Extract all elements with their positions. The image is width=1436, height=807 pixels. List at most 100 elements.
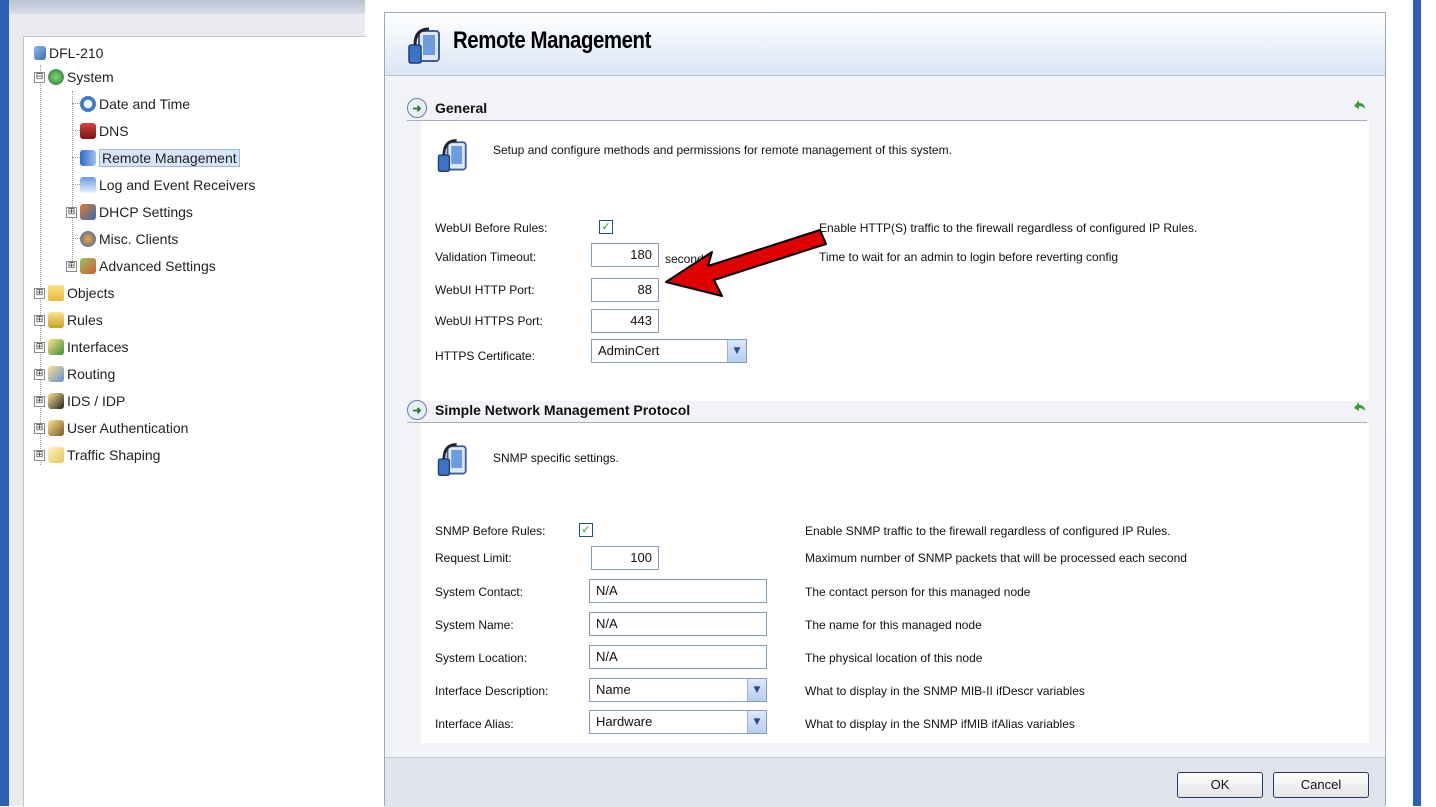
validation-timeout-desc: Time to wait for an admin to login befor…: [819, 250, 1119, 264]
section-header-general[interactable]: ➜ General: [407, 96, 1367, 121]
dhcp-icon: [80, 204, 96, 220]
tree-item-log-and-event-receivers[interactable]: Log and Event Receivers: [80, 173, 255, 197]
tree-item-label: IDS / IDP: [67, 393, 126, 409]
tree-item-interfaces[interactable]: ⊞ Interfaces: [34, 335, 128, 359]
ok-button[interactable]: OK: [1177, 772, 1263, 798]
chevron-down-icon[interactable]: ▼: [727, 340, 746, 362]
interface-alias-value: Hardware: [596, 714, 653, 729]
snmp-before-rules-checkbox[interactable]: ✓: [579, 523, 593, 537]
expand-icon[interactable]: ⊞: [34, 395, 45, 407]
webui-https-port-input[interactable]: 443: [591, 309, 659, 333]
expand-icon[interactable]: ⊞: [34, 449, 45, 461]
dns-icon: [80, 123, 96, 139]
system-location-label: System Location:: [435, 651, 528, 665]
window-edge-left: [0, 0, 9, 806]
main-panel: Remote Management ➜ General Setup and co…: [384, 12, 1386, 807]
reset-icon[interactable]: [1351, 98, 1367, 114]
expand-icon[interactable]: ⊞: [66, 260, 77, 272]
tree-item-user-authentication[interactable]: ⊞ User Authentication: [34, 416, 188, 440]
interface-description-label: Interface Description:: [435, 684, 549, 698]
tree-item-dhcp-settings[interactable]: ⊞ DHCP Settings: [66, 200, 193, 224]
tree-item-label: DNS: [99, 123, 129, 139]
annotation-arrow-icon: [665, 229, 827, 297]
expand-icon[interactable]: ⊞: [34, 368, 45, 380]
https-certificate-select[interactable]: AdminCert ▼: [591, 339, 747, 363]
reset-icon[interactable]: [1351, 400, 1367, 416]
page-title: Remote Management: [453, 27, 651, 54]
request-limit-input[interactable]: 100: [591, 546, 659, 570]
routing-icon: [48, 366, 64, 382]
webui-before-rules-checkbox[interactable]: ✓: [599, 220, 613, 234]
section-title: Simple Network Management Protocol: [435, 402, 691, 418]
system-location-desc: The physical location of this node: [805, 651, 983, 665]
system-name-input[interactable]: N/A: [589, 612, 767, 636]
remote-management-icon: [437, 139, 467, 173]
tree-item-routing[interactable]: ⊞ Routing: [34, 362, 115, 386]
collapse-icon[interactable]: ⊟: [34, 71, 45, 83]
validation-timeout-input[interactable]: 180: [591, 243, 659, 267]
interface-description-select[interactable]: Name ▼: [589, 678, 767, 702]
section-title: General: [435, 100, 488, 116]
tree-item-label: Traffic Shaping: [67, 447, 161, 463]
expand-icon[interactable]: ⊞: [34, 422, 45, 434]
ids-icon: [48, 393, 64, 409]
traffic-shaping-icon: [48, 447, 64, 463]
chevron-down-icon[interactable]: ▼: [747, 679, 766, 701]
cancel-button[interactable]: Cancel: [1273, 772, 1369, 798]
tree-item-system[interactable]: ⊟ System: [34, 65, 114, 89]
interface-description-value: Name: [596, 682, 631, 697]
tree-item-rules[interactable]: ⊞ Rules: [34, 308, 103, 332]
tree-item-label: System: [67, 69, 114, 85]
navigation-pane: DFL-210 ⊟ System Date and Time DNS Remot…: [9, 0, 366, 807]
section-intro: Setup and configure methods and permissi…: [493, 143, 952, 157]
section-header-snmp[interactable]: ➜ Simple Network Management Protocol: [407, 398, 1367, 423]
tree-item-ids-idp[interactable]: ⊞ IDS / IDP: [34, 389, 125, 413]
tree-root[interactable]: DFL-210: [34, 41, 103, 65]
tree-item-date-and-time[interactable]: Date and Time: [80, 92, 190, 116]
advanced-settings-icon: [80, 258, 96, 274]
remote-management-icon: [408, 27, 440, 64]
tree-item-label: Remote Management: [99, 149, 240, 167]
system-name-label: System Name:: [435, 618, 514, 632]
expand-icon[interactable]: ⊞: [34, 314, 45, 326]
webui-https-port-label: WebUI HTTPS Port:: [435, 314, 543, 328]
clients-icon: [80, 231, 96, 247]
expand-icon[interactable]: ⊞: [66, 206, 77, 218]
interface-alias-select[interactable]: Hardware ▼: [589, 710, 767, 734]
chevron-down-icon[interactable]: ▼: [747, 711, 766, 733]
snmp-before-rules-desc: Enable SNMP traffic to the firewall rega…: [805, 524, 1171, 538]
section-intro: SNMP specific settings.: [493, 451, 619, 465]
tree-item-misc-clients[interactable]: Misc. Clients: [80, 227, 178, 251]
tree-item-dns[interactable]: DNS: [80, 119, 129, 143]
window-edge-right: [1413, 0, 1421, 806]
tree-connector: [72, 91, 73, 267]
tree-item-label: Objects: [67, 285, 115, 301]
tree-item-label: Interfaces: [67, 339, 129, 355]
expand-icon[interactable]: ⊞: [34, 287, 45, 299]
system-contact-input[interactable]: N/A: [589, 579, 767, 603]
tree-item-label: Routing: [67, 366, 116, 382]
remote-management-icon: [80, 150, 96, 166]
request-limit-desc: Maximum number of SNMP packets that will…: [805, 551, 1187, 565]
tree-item-advanced-settings[interactable]: ⊞ Advanced Settings: [66, 254, 216, 278]
page-header: Remote Management: [385, 13, 1385, 76]
tree-item-objects[interactable]: ⊞ Objects: [34, 281, 114, 305]
system-location-input[interactable]: N/A: [589, 645, 767, 669]
webui-before-rules-label: WebUI Before Rules:: [435, 221, 548, 235]
system-contact-desc: The contact person for this managed node: [805, 585, 1031, 599]
tree-item-traffic-shaping[interactable]: ⊞ Traffic Shaping: [34, 443, 160, 467]
system-contact-label: System Contact:: [435, 585, 524, 599]
device-icon: [34, 46, 46, 60]
folder-icon: [48, 285, 64, 301]
interface-description-desc: What to display in the SNMP MIB-II ifDes…: [805, 684, 1085, 698]
tree-item-label: Log and Event Receivers: [99, 177, 256, 193]
interfaces-icon: [48, 339, 64, 355]
tree-item-remote-management[interactable]: Remote Management: [80, 146, 240, 170]
system-name-desc: The name for this managed node: [805, 618, 982, 632]
interface-alias-label: Interface Alias:: [435, 717, 514, 731]
navigation-tree: DFL-210 ⊟ System Date and Time DNS Remot…: [23, 36, 366, 807]
section-body-general: Setup and configure methods and permissi…: [421, 121, 1369, 401]
expand-icon[interactable]: ⊞: [34, 341, 45, 353]
webui-http-port-input[interactable]: 88: [591, 278, 659, 302]
section-arrow-icon: ➜: [407, 98, 427, 118]
